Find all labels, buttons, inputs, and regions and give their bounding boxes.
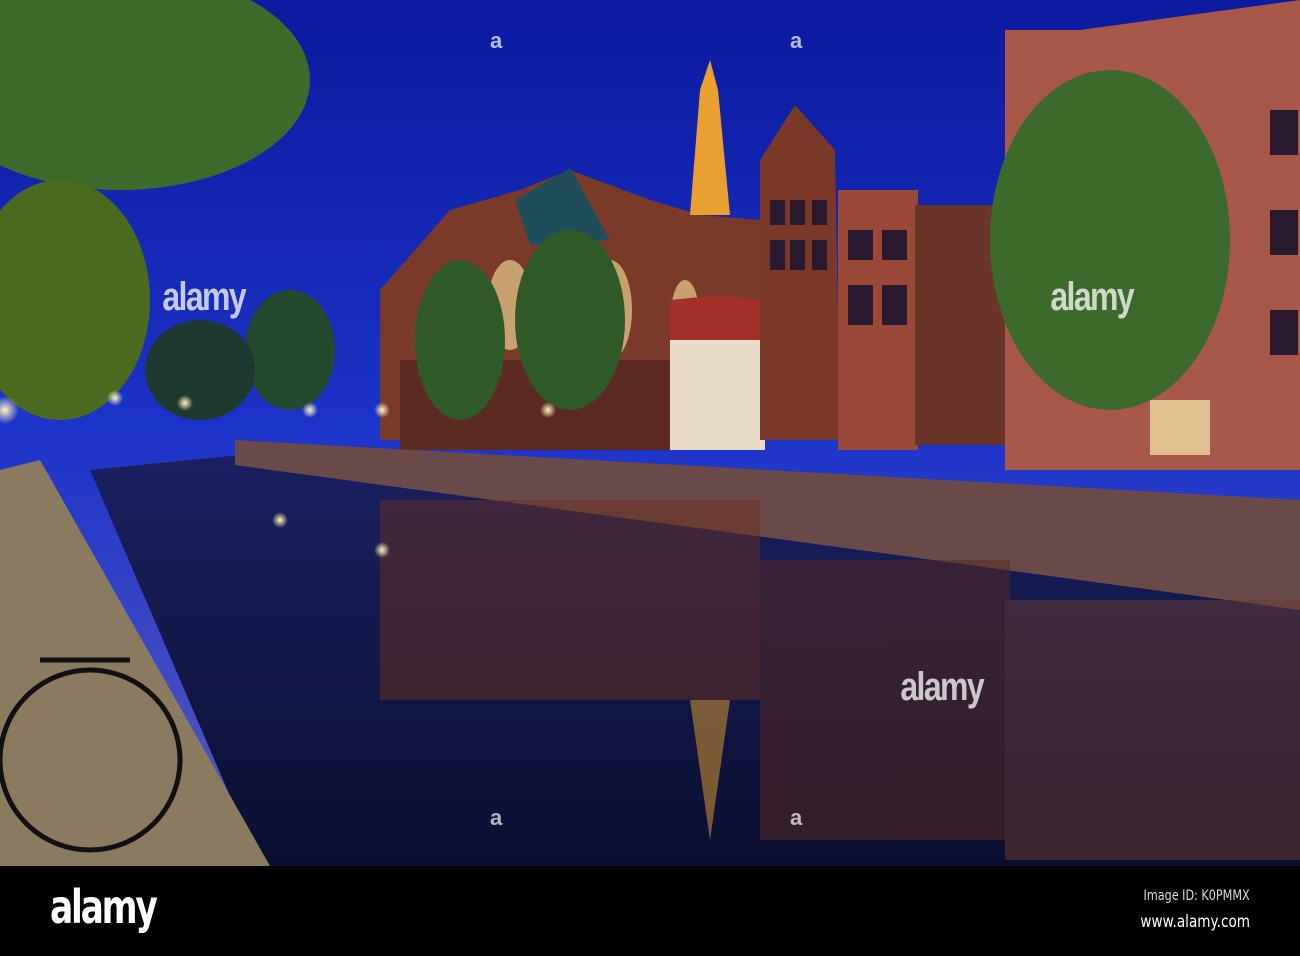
footer-bar: alamy Image ID: K0PMMX www.alamy.com — [0, 866, 1300, 956]
canal-night-photo — [0, 0, 1300, 866]
image-id: Image ID: K0PMMX — [1143, 888, 1250, 904]
watermark: alamy — [900, 665, 984, 709]
alamy-logo: alamy — [50, 880, 158, 934]
watermark: alamy — [1050, 275, 1134, 319]
watermark-mark: a — [790, 28, 803, 53]
watermark-mark: a — [490, 28, 503, 53]
watermark-mark: a — [790, 805, 803, 830]
watermark-mark: a — [490, 805, 503, 830]
site-url: www.alamy.com — [1140, 912, 1250, 932]
watermark: alamy — [162, 275, 246, 319]
